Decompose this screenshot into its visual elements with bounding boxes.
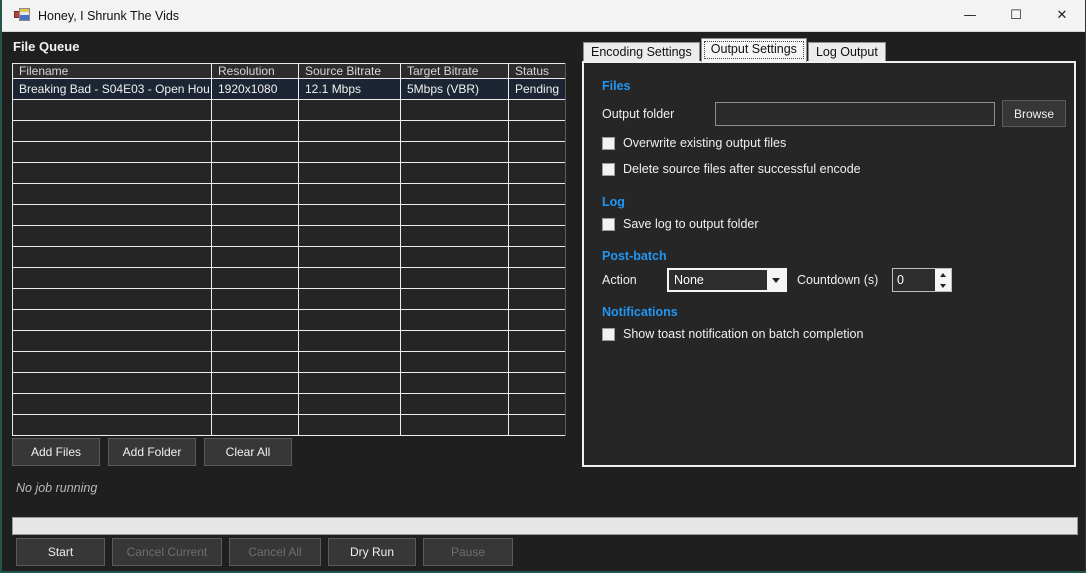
table-row[interactable]: Breaking Bad - S04E03 - Open Hou... 1920…	[13, 79, 565, 100]
grid-header-row: Filename Resolution Source Bitrate Targe…	[13, 64, 565, 79]
toast-notification-checkbox[interactable]: Show toast notification on batch complet…	[602, 327, 863, 341]
action-combobox[interactable]: None	[667, 268, 787, 292]
countdown-label: Countdown (s)	[797, 273, 878, 287]
checkbox-label: Save log to output folder	[623, 217, 759, 231]
cancel-all-button[interactable]: Cancel All	[229, 538, 321, 566]
file-queue-heading: File Queue	[13, 39, 79, 54]
dry-run-button[interactable]: Dry Run	[328, 538, 416, 566]
app-window: Honey, I Shrunk The Vids — ☐ ✕ File Queu…	[0, 0, 1086, 573]
column-header-status[interactable]: Status	[509, 64, 565, 78]
grid-vertical-scrollbar[interactable]	[565, 63, 566, 436]
countdown-stepper[interactable]: 0	[892, 268, 952, 292]
table-row[interactable]	[13, 310, 565, 331]
cell-filename: Breaking Bad - S04E03 - Open Hou...	[13, 79, 212, 99]
stepper-value: 0	[893, 269, 935, 291]
clear-all-button[interactable]: Clear All	[204, 438, 292, 466]
cancel-current-button[interactable]: Cancel Current	[112, 538, 222, 566]
table-row[interactable]	[13, 100, 565, 121]
cell-status: Pending	[509, 79, 565, 99]
cell-resolution: 1920x1080	[212, 79, 299, 99]
column-header-resolution[interactable]: Resolution	[212, 64, 299, 78]
output-settings-panel: Files Output folder Browse Overwrite exi…	[582, 61, 1076, 467]
queue-empty-rows	[13, 100, 565, 436]
column-header-source-bitrate[interactable]: Source Bitrate	[299, 64, 401, 78]
add-folder-button[interactable]: Add Folder	[108, 438, 196, 466]
output-folder-label: Output folder	[602, 107, 674, 121]
table-row[interactable]	[13, 163, 565, 184]
column-header-target-bitrate[interactable]: Target Bitrate	[401, 64, 509, 78]
tab-output-settings[interactable]: Output Settings	[701, 38, 807, 62]
table-row[interactable]	[13, 331, 565, 352]
window-title: Honey, I Shrunk The Vids	[38, 9, 179, 23]
minimize-button[interactable]: —	[947, 0, 993, 31]
table-row[interactable]	[13, 268, 565, 289]
app-icon	[14, 8, 30, 24]
table-row[interactable]	[13, 121, 565, 142]
cell-source-bitrate: 12.1 Mbps	[299, 79, 401, 99]
maximize-button[interactable]: ☐	[993, 0, 1039, 31]
table-row[interactable]	[13, 289, 565, 310]
table-row[interactable]	[13, 205, 565, 226]
checkbox-box[interactable]	[602, 137, 615, 150]
cell-target-bitrate: 5Mbps (VBR)	[401, 79, 509, 99]
notifications-section-heading: Notifications	[602, 305, 678, 319]
output-folder-input[interactable]	[715, 102, 995, 126]
checkbox-box[interactable]	[602, 163, 615, 176]
tab-encoding-settings[interactable]: Encoding Settings	[583, 42, 700, 62]
table-row[interactable]	[13, 394, 565, 415]
files-section-heading: Files	[602, 79, 631, 93]
table-row[interactable]	[13, 415, 565, 436]
checkbox-label: Delete source files after successful enc…	[623, 162, 861, 176]
progress-bar	[12, 517, 1078, 535]
table-row[interactable]	[13, 373, 565, 394]
add-files-button[interactable]: Add Files	[12, 438, 100, 466]
tab-log-output[interactable]: Log Output	[808, 42, 886, 62]
checkbox-label: Overwrite existing output files	[623, 136, 786, 150]
titlebar: Honey, I Shrunk The Vids — ☐ ✕	[2, 0, 1085, 32]
table-row[interactable]	[13, 184, 565, 205]
table-row[interactable]	[13, 247, 565, 268]
file-queue-grid: Filename Resolution Source Bitrate Targe…	[12, 63, 559, 436]
delete-source-checkbox[interactable]: Delete source files after successful enc…	[602, 162, 861, 176]
log-section-heading: Log	[602, 195, 625, 209]
status-text: No job running	[16, 481, 97, 495]
stepper-up-icon[interactable]	[935, 269, 951, 280]
close-button[interactable]: ✕	[1039, 0, 1085, 31]
action-label: Action	[602, 273, 637, 287]
table-row[interactable]	[13, 142, 565, 163]
stepper-down-icon[interactable]	[935, 280, 951, 291]
combobox-selected-value: None	[669, 273, 767, 287]
overwrite-existing-checkbox[interactable]: Overwrite existing output files	[602, 136, 786, 150]
tabstrip: Encoding Settings Output Settings Log Ou…	[583, 40, 887, 62]
save-log-checkbox[interactable]: Save log to output folder	[602, 217, 759, 231]
pause-button[interactable]: Pause	[423, 538, 513, 566]
table-row[interactable]	[13, 352, 565, 373]
checkbox-label: Show toast notification on batch complet…	[623, 327, 863, 341]
browse-button[interactable]: Browse	[1002, 100, 1066, 127]
post-batch-section-heading: Post-batch	[602, 249, 667, 263]
checkbox-box[interactable]	[602, 328, 615, 341]
chevron-down-icon[interactable]	[767, 270, 785, 290]
checkbox-box[interactable]	[602, 218, 615, 231]
column-header-filename[interactable]: Filename	[13, 64, 212, 78]
start-button[interactable]: Start	[16, 538, 105, 566]
table-row[interactable]	[13, 226, 565, 247]
